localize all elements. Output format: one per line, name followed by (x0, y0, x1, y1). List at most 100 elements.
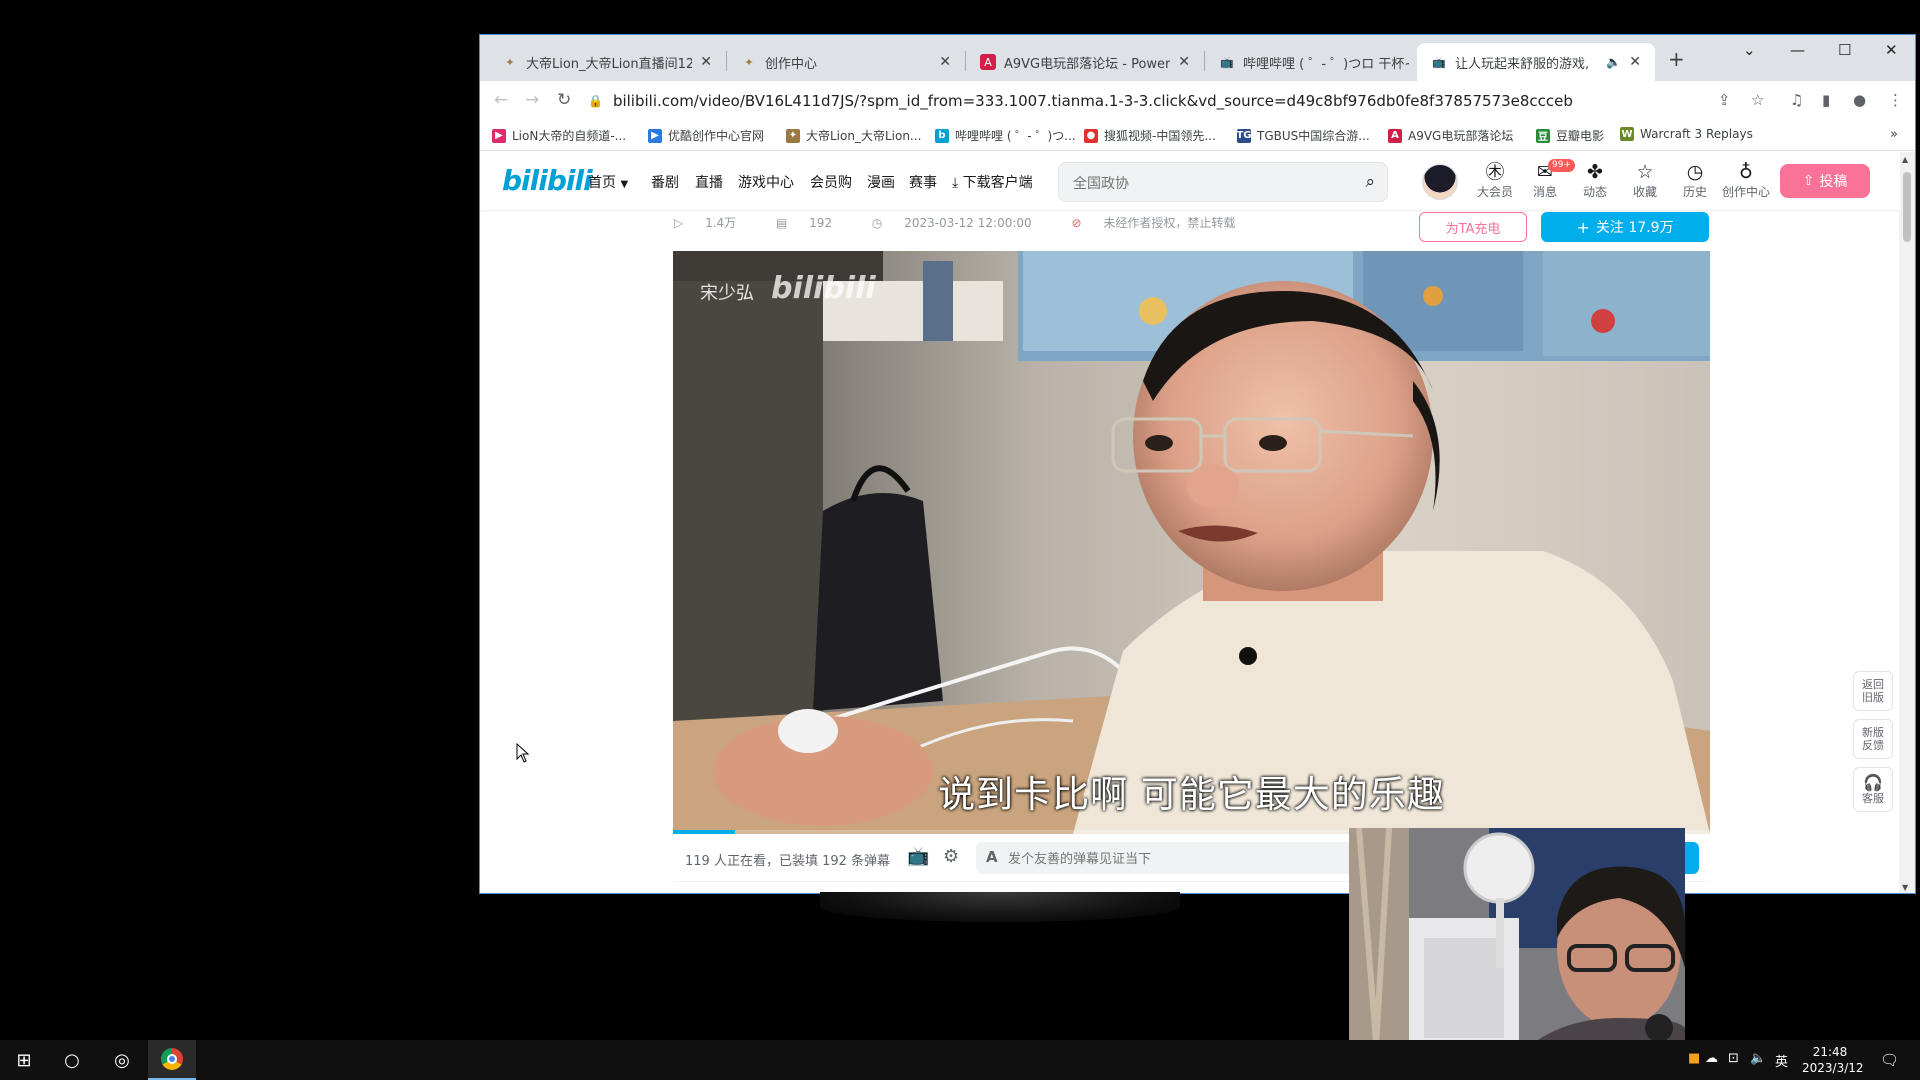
page-scrollbar[interactable]: ▲ ▼ (1899, 152, 1915, 893)
publish-time: ◷ 2023-03-12 12:00:00 (872, 216, 1050, 230)
headset-icon: 🎧 (1863, 773, 1883, 792)
header-icon-label: 大会员 (1476, 185, 1513, 199)
header-icon-label: 收藏 (1632, 185, 1657, 199)
forward-button[interactable]: → (525, 90, 539, 110)
lightbulb-icon: ♁ (1739, 161, 1753, 183)
search-circle-icon[interactable]: ○ (48, 1040, 96, 1080)
nav-esports[interactable]: 赛事 (909, 172, 937, 192)
video-player[interactable]: 宋少弘 bilibili 说到卡比啊 可能它最大的乐趣 (673, 251, 1710, 834)
share-icon[interactable]: ⇪ (1718, 91, 1731, 109)
side-float-label: 新版 反馈 (1862, 726, 1884, 752)
more-bookmarks-icon[interactable]: » (1890, 127, 1898, 142)
youku-creator-favicon-icon: ▶ (648, 128, 662, 143)
nav-game-center[interactable]: 游戏中心 (738, 172, 794, 192)
feedback-button[interactable]: 新版 反馈 (1853, 719, 1893, 759)
bookmark-label: 豆瓣电影 (1556, 129, 1605, 143)
windows-start-icon[interactable]: ⊞ (0, 1040, 48, 1080)
window-close-button[interactable]: ✕ (1885, 41, 1898, 59)
user-avatar[interactable] (1422, 164, 1458, 200)
tab-current-video[interactable]: 📺 让人玩起来舒服的游戏, 🔈 ✕ (1417, 43, 1655, 81)
bookmark-youku-creator[interactable]: ▶ 优酷创作中心官网 (648, 127, 764, 144)
danmaku-toggle-icon[interactable]: 📺 (907, 846, 929, 867)
back-to-old-version-button[interactable]: 返回 旧版 (1853, 671, 1893, 711)
menu-icon[interactable]: ⋮ (1888, 91, 1903, 109)
tab-bilibili-home[interactable]: 📺 哔哩哔哩 ( ゜- ゜)つロ 干杯~-bi ✕ (1205, 43, 1443, 81)
nav-home[interactable]: 首页 ▼ (588, 172, 628, 192)
header-vip[interactable]: ㊍大会员 (1472, 161, 1518, 200)
chevron-down-icon: ▼ (620, 179, 629, 190)
system-clock[interactable]: 21:48 2023/3/12 (1802, 1044, 1864, 1076)
maximize-button[interactable]: ☐ (1838, 41, 1851, 59)
bookmark-douban-movie[interactable]: 豆豆瓣电影 (1536, 127, 1604, 144)
reload-button[interactable]: ↻ (557, 90, 571, 110)
bookmark-warcraft-replays[interactable]: W Warcraft 3 Replays (1620, 127, 1753, 141)
audio-playing-icon[interactable]: 🔈 (1606, 55, 1621, 69)
scroll-down-icon[interactable]: ▼ (1902, 883, 1908, 892)
upload-button[interactable]: ⇧ 投稿 (1780, 164, 1870, 198)
tab-a9vg[interactable]: A A9VG电玩部落论坛 - Powered ✕ (966, 43, 1204, 81)
search-icon[interactable]: ⌕ (1365, 172, 1375, 192)
volume-icon[interactable]: 🔈 (1750, 1051, 1766, 1066)
header-favorites[interactable]: ☆ 收藏 (1622, 161, 1668, 200)
new-tab-button[interactable]: + (1668, 47, 1685, 71)
close-icon[interactable]: ✕ (939, 54, 951, 70)
bookmark-a9vg[interactable]: A A9VG电玩部落论坛 (1388, 127, 1513, 144)
profile-icon[interactable]: ● (1853, 91, 1866, 109)
tab-title: 哔哩哔哩 ( ゜- ゜)つロ 干杯~-bi (1243, 56, 1409, 72)
danmaku-input[interactable] (1008, 848, 1378, 868)
nav-mall[interactable]: 会员购 (810, 172, 852, 192)
side-panel-icon[interactable]: ▮ (1822, 91, 1830, 109)
tab-search-icon[interactable]: ⌄ (1743, 41, 1756, 59)
bookmark-lion-channel[interactable]: ▶ LioN大帝的自频道-... (492, 127, 626, 144)
clock-icon: ◷ (1686, 161, 1704, 183)
danmaku-settings-icon[interactable]: ⚙ (943, 846, 959, 867)
close-icon[interactable]: ✕ (700, 54, 712, 70)
minimize-button[interactable]: — (1790, 41, 1805, 59)
close-icon[interactable]: ✕ (1629, 54, 1641, 70)
bilibili-logo[interactable]: bilibili (502, 164, 593, 197)
bookmark-label: Warcraft 3 Replays (1640, 127, 1753, 141)
search-input[interactable] (1073, 172, 1343, 194)
close-icon[interactable]: ✕ (1178, 54, 1190, 70)
charge-button[interactable]: 为TA充电 (1419, 212, 1527, 242)
tab-lion-live[interactable]: ✦ 大帝Lion_大帝Lion直播间1220 ✕ (488, 43, 726, 81)
obs-icon[interactable]: ◎ (98, 1040, 146, 1080)
watermark-logo: bilibili (771, 271, 876, 306)
nav-manga[interactable]: 漫画 (867, 172, 895, 192)
header-icon-label: 创作中心 (1721, 185, 1770, 199)
nav-live[interactable]: 直播 (695, 172, 723, 192)
bookmark-lion-live[interactable]: ✦ 大帝Lion_大帝Lion... (786, 127, 921, 144)
watermark-author: 宋少弘 (700, 283, 754, 304)
tray-weather-icon[interactable]: ☁ (1705, 1051, 1718, 1066)
follow-button[interactable]: + 关注 17.9万 (1541, 212, 1709, 242)
scrollbar-thumb[interactable] (1903, 172, 1911, 242)
header-dynamics[interactable]: ✤ 动态 (1572, 161, 1618, 200)
nav-download-client[interactable]: ⤓ 下载客户端 (952, 172, 1033, 192)
tray-app-icon[interactable]: ■ (1688, 1051, 1700, 1066)
url-omnibox[interactable]: 🔒 bilibili.com/video/BV16L411d7JS/?spm_i… (588, 86, 1688, 116)
bookmark-label: 哔哩哔哩 ( ゜- ゜)つ... (955, 129, 1076, 143)
tab-creator-center[interactable]: ✦ 创作中心 ✕ (727, 43, 965, 81)
bookmark-star-icon[interactable]: ☆ (1751, 91, 1764, 109)
nav-anime[interactable]: 番剧 (651, 172, 679, 192)
unread-badge: 99+ (1548, 159, 1575, 172)
scroll-up-icon[interactable]: ▲ (1902, 155, 1908, 164)
viewers-text: 119 人正在看，已装填 192 条弹幕 (685, 854, 891, 869)
chrome-icon[interactable] (148, 1040, 196, 1080)
header-creator-center[interactable]: ♁ 创作中心 (1719, 161, 1773, 200)
bookmark-sohu-video[interactable]: ● 搜狐视频-中国领先... (1084, 127, 1216, 144)
network-icon[interactable]: ⊡ (1728, 1051, 1739, 1066)
header-messages[interactable]: ✉ 99+ 消息 (1522, 159, 1575, 200)
lion-favicon-icon: ✦ (505, 55, 515, 69)
media-control-icon[interactable]: ♫ (1790, 91, 1803, 109)
customer-service-button[interactable]: 🎧 客服 (1853, 767, 1893, 812)
bookmark-bilibili-home[interactable]: b 哔哩哔哩 ( ゜- ゜)つ... (935, 127, 1076, 144)
text-style-icon[interactable]: A (986, 848, 998, 866)
notification-icon[interactable]: 🗨 (1880, 1051, 1899, 1069)
nav-label: 下载客户端 (962, 175, 1033, 191)
danmaku-send-button[interactable] (1683, 842, 1699, 874)
bookmark-tgbus[interactable]: TG TGBUS中国综合游... (1236, 127, 1370, 144)
back-button[interactable]: ← (494, 90, 508, 110)
ime-indicator[interactable]: 英 (1775, 1051, 1788, 1070)
header-history[interactable]: ◷ 历史 (1672, 161, 1718, 200)
